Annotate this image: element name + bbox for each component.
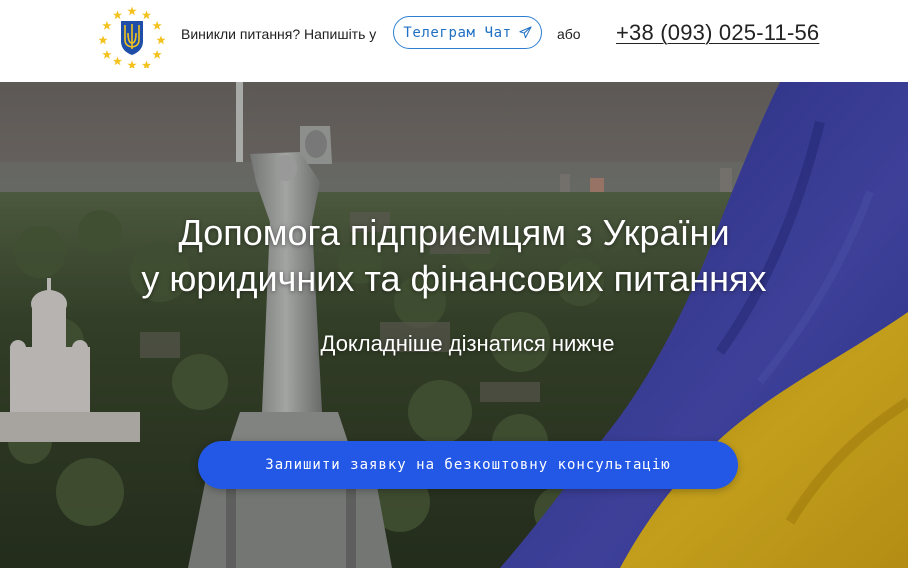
phone-link[interactable]: +38 (093) 025-11-56 [616, 19, 819, 47]
site-header: Виникли питання? Напишіть у Телеграм Чат… [0, 0, 908, 82]
hero-background-image [0, 82, 908, 568]
page: Виникли питання? Напишіть у Телеграм Чат… [0, 0, 908, 568]
telegram-chat-button[interactable]: Телеграм Чат [393, 16, 542, 49]
hero-title: Допомога підприємцям з України у юридичн… [0, 210, 908, 302]
question-text: Виникли питання? Напишіть у [181, 26, 377, 42]
hero-section: Допомога підприємцям з України у юридичн… [0, 82, 908, 568]
hero-title-line-1: Допомога підприємцям з України [178, 212, 730, 253]
paper-plane-icon [519, 26, 532, 39]
free-consultation-button[interactable]: Залишити заявку на безкоштовну консульта… [198, 441, 738, 489]
logo[interactable] [99, 2, 165, 68]
or-text: або [557, 26, 581, 42]
hero-subtitle: Докладніше дізнатися нижче [320, 331, 615, 356]
hero-title-line-2: у юридичних та фінансових питаннях [141, 258, 767, 299]
telegram-chat-label: Телеграм Чат [403, 24, 512, 41]
